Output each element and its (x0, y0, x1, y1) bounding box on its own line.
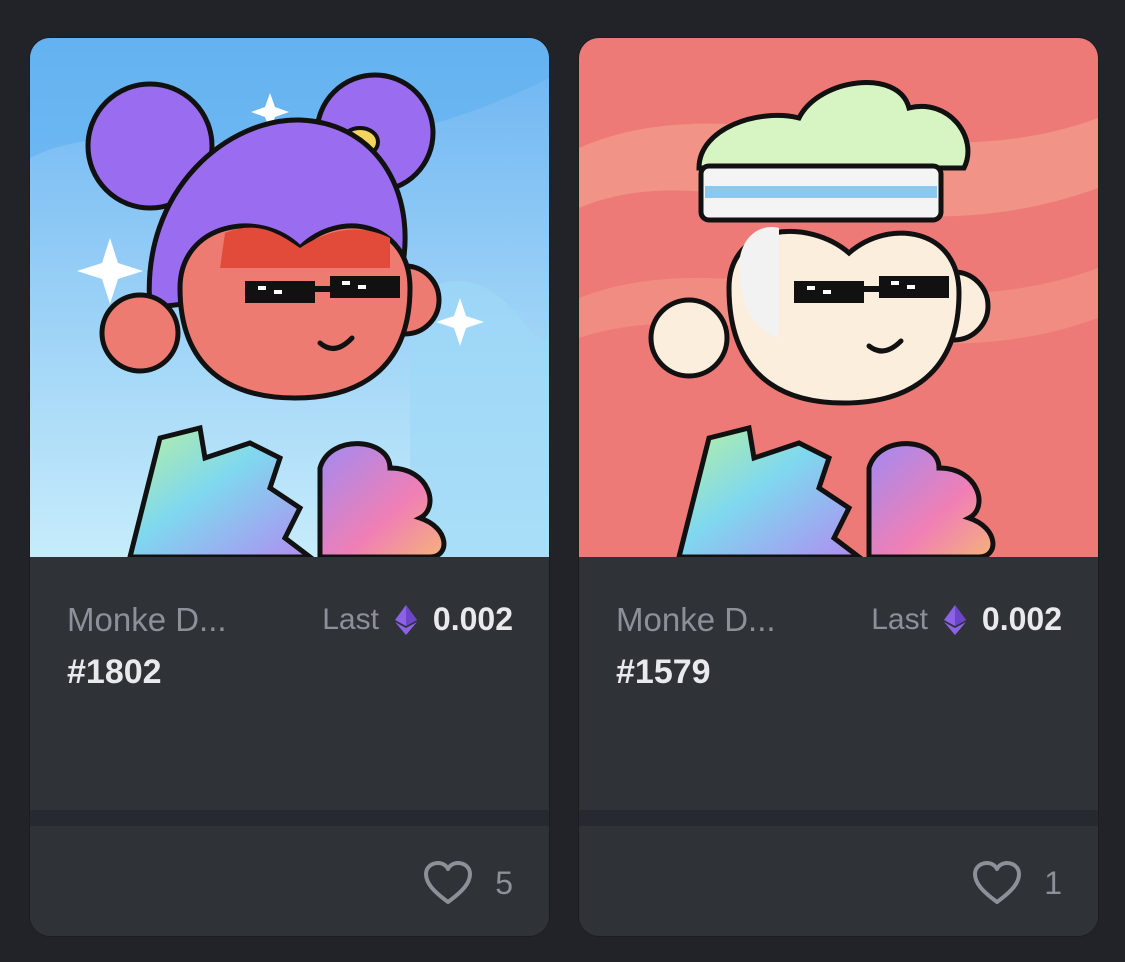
card-footer: 1 (579, 826, 1098, 936)
last-price-label: Last (871, 602, 928, 636)
card-divider (579, 810, 1098, 826)
collection-name[interactable]: Monke D... (67, 601, 257, 639)
token-id[interactable]: #1579 (616, 653, 711, 692)
nft-card[interactable]: Monke D... #1802 Last 0.002 5 (30, 38, 549, 936)
nft-info-panel: Monke D... #1579 Last 0.002 (579, 557, 1098, 810)
last-price: Last 0.002 (871, 601, 1062, 638)
collection-name[interactable]: Monke D... (616, 601, 806, 639)
heart-outline-icon (973, 861, 1022, 904)
last-price-value: 0.002 (432, 601, 513, 637)
heart-outline-icon (424, 861, 473, 904)
last-price: Last 0.002 (322, 601, 513, 638)
nft-artwork-image[interactable] (30, 38, 549, 557)
card-divider (30, 810, 549, 826)
like-count: 5 (495, 864, 513, 901)
like-button[interactable]: 1 (972, 860, 1062, 906)
ethereum-icon (394, 604, 417, 635)
last-price-value: 0.002 (981, 601, 1062, 637)
nft-card[interactable]: Monke D... #1579 Last 0.002 1 (579, 38, 1098, 936)
ethereum-icon (943, 604, 966, 635)
token-id[interactable]: #1802 (67, 653, 162, 692)
like-count: 1 (1044, 864, 1062, 901)
nft-card-grid: Monke D... #1802 Last 0.002 5 Monke D...… (0, 0, 1125, 962)
nft-artwork-image[interactable] (579, 38, 1098, 557)
like-button[interactable]: 5 (423, 860, 513, 906)
last-price-label: Last (322, 602, 379, 636)
card-footer: 5 (30, 826, 549, 936)
nft-info-panel: Monke D... #1802 Last 0.002 (30, 557, 549, 810)
